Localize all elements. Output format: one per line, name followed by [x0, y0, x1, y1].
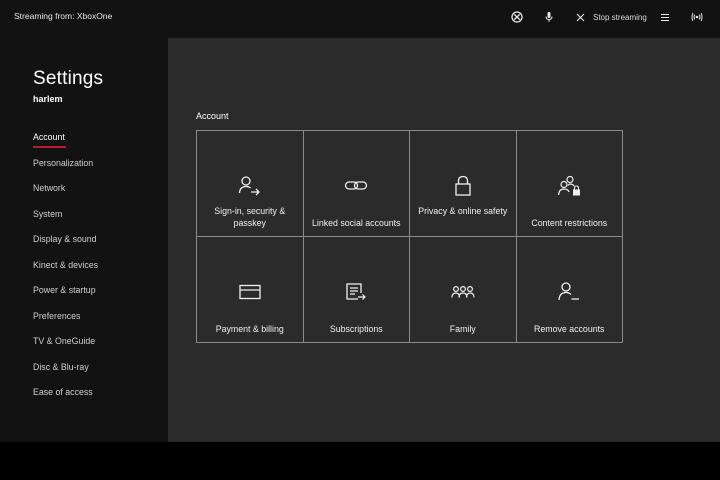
close-icon [576, 13, 585, 21]
section-heading: Account [196, 111, 229, 121]
broadcast-icon [691, 12, 703, 22]
sidebar-item-label: Display & sound [33, 234, 97, 244]
tile-family[interactable]: Family [410, 237, 517, 343]
sidebar-item-system[interactable]: System [33, 209, 98, 235]
gamertag: harlem [33, 94, 63, 104]
sidebar-item-kinect-devices[interactable]: Kinect & devices [33, 260, 98, 286]
tile-remove-accounts[interactable]: Remove accounts [516, 237, 623, 343]
broadcast-button[interactable] [691, 8, 703, 26]
sidebar-item-power-startup[interactable]: Power & startup [33, 285, 98, 311]
sidebar-item-label: Power & startup [33, 285, 96, 295]
microphone-button[interactable] [544, 8, 554, 26]
person-arrow-icon [237, 173, 263, 199]
sidebar-item-label: Preferences [33, 310, 81, 321]
main-panel: Account Sign-in, security & passkey Link [168, 38, 720, 442]
account-tile-grid: Sign-in, security & passkey Linked socia… [196, 130, 623, 343]
xbox-icon [511, 11, 523, 23]
xbox-button[interactable] [511, 8, 523, 26]
menu-button[interactable] [660, 8, 670, 26]
sidebar-item-tv-oneguide[interactable]: TV & OneGuide [33, 336, 98, 362]
microphone-icon [545, 12, 553, 22]
sidebar-item-personalization[interactable]: Personalization [33, 158, 98, 184]
link-icon [343, 173, 369, 199]
sidebar-item-account[interactable]: Account [33, 132, 98, 158]
page-title: Settings [33, 68, 104, 89]
settings-nav: Account Personalization Network System D… [33, 132, 98, 413]
sidebar-item-label: Kinect & devices [33, 259, 99, 270]
tile-label: Linked social accounts [311, 218, 401, 228]
credit-card-icon [237, 279, 263, 305]
tile-label: Family [449, 324, 476, 334]
menu-icon [661, 13, 669, 21]
sidebar-item-ease-of-access[interactable]: Ease of access [33, 387, 98, 413]
people-lock-icon [556, 173, 582, 199]
stop-streaming-label: Stop streaming [593, 12, 647, 22]
sidebar-item-label: TV & OneGuide [33, 336, 96, 346]
sidebar-item-label: Network [33, 183, 66, 193]
sidebar-item-network[interactable]: Network [33, 183, 98, 209]
settings-sidebar: Settings harlem Account Personalization … [0, 38, 168, 442]
tile-payment-billing[interactable]: Payment & billing [197, 237, 304, 343]
tile-label: Sign-in, security & passkey [214, 206, 286, 228]
sidebar-item-disc-bluray[interactable]: Disc & Blu-ray [33, 362, 98, 388]
person-remove-icon [556, 279, 582, 305]
streaming-bar: Streaming from: XboxOne Stop streaming [0, 0, 720, 38]
sidebar-item-label: Personalization [33, 157, 94, 168]
tile-sign-in-security[interactable]: Sign-in, security & passkey [197, 131, 304, 237]
tile-label: Privacy & online safety [418, 206, 508, 216]
tile-label: Content restrictions [531, 218, 608, 228]
bottom-letterbox [0, 442, 720, 480]
sidebar-item-label: Account [33, 132, 65, 142]
tile-linked-social-accounts[interactable]: Linked social accounts [303, 131, 410, 237]
sidebar-item-display-sound[interactable]: Display & sound [33, 234, 98, 260]
tile-subscriptions[interactable]: Subscriptions [303, 237, 410, 343]
subscriptions-icon [343, 279, 369, 305]
tile-privacy-online-safety[interactable]: Privacy & online safety [410, 131, 517, 237]
stop-streaming-button[interactable]: Stop streaming [576, 8, 647, 26]
family-icon [450, 279, 476, 305]
sidebar-item-label: System [33, 208, 63, 219]
sidebar-item-preferences[interactable]: Preferences [33, 311, 98, 337]
tile-content-restrictions[interactable]: Content restrictions [516, 131, 623, 237]
sidebar-item-label: Ease of access [33, 387, 93, 397]
lock-icon [450, 173, 476, 199]
tile-label: Remove accounts [534, 324, 605, 334]
tile-label: Subscriptions [329, 324, 383, 334]
active-indicator [33, 146, 66, 148]
streaming-title: Streaming from: XboxOne [14, 11, 113, 21]
sidebar-item-label: Disc & Blu-ray [33, 361, 89, 372]
tile-label: Payment & billing [215, 324, 284, 334]
